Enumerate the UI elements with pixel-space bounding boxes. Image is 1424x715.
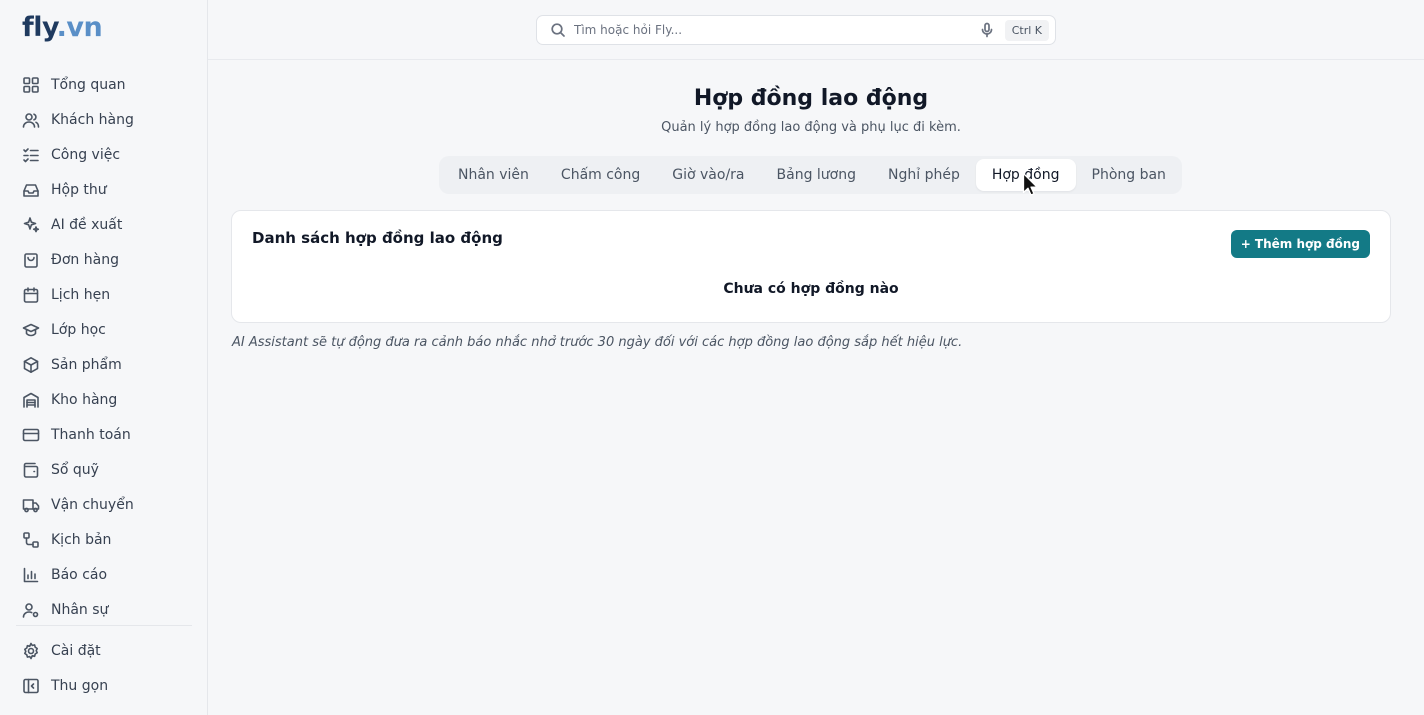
contract-list-card: Danh sách hợp đồng lao động + Thêm hợp đ… — [231, 210, 1391, 323]
page-title: Hợp đồng lao động — [693, 86, 929, 111]
sidebar-item-label: Tổng quan — [51, 76, 126, 93]
sidebar-item-hop-thu[interactable]: Hộp thư — [0, 172, 208, 207]
tab-cham-cong[interactable]: Chấm công — [545, 159, 656, 191]
sidebar-item-kho-hang[interactable]: Kho hàng — [0, 382, 208, 417]
search-bar[interactable]: Ctrl K — [536, 15, 1056, 45]
sidebar-item-san-pham[interactable]: Sản phẩm — [0, 347, 208, 382]
sidebar-item-label: Báo cáo — [51, 566, 108, 583]
ai-assistant-note: AI Assistant sẽ tự động đưa ra cảnh báo … — [232, 335, 963, 350]
sidebar-item-kich-ban[interactable]: Kịch bản — [0, 522, 208, 557]
add-contract-button[interactable]: + Thêm hợp đồng — [1230, 230, 1370, 258]
sidebar-bottom-nav: Cài đặt Thu gọn — [0, 633, 208, 703]
sidebar-nav: Tổng quan Khách hàng Công việc Hộp thư A… — [0, 67, 208, 627]
collapse-icon — [22, 677, 40, 695]
sidebar-item-lop-hoc[interactable]: Lớp học — [0, 312, 208, 347]
sidebar-item-label: Lịch hẹn — [51, 286, 111, 303]
sidebar-item-label: Khách hàng — [51, 111, 134, 128]
sidebar-item-cong-viec[interactable]: Công việc — [0, 137, 208, 172]
shopping-bag-icon — [22, 251, 40, 269]
topbar: Ctrl K — [208, 0, 1424, 60]
search-icon — [550, 22, 566, 38]
inbox-icon — [22, 181, 40, 199]
sparkle-icon — [22, 216, 40, 234]
grid-icon — [22, 76, 40, 94]
sidebar-item-ai-de-xuat[interactable]: AI đề xuất — [0, 207, 208, 242]
keyboard-shortcut-badge: Ctrl K — [1004, 19, 1049, 41]
sidebar-item-label: Nhân sự — [51, 601, 109, 618]
microphone-icon[interactable] — [979, 22, 995, 38]
tab-phong-ban[interactable]: Phòng ban — [1076, 159, 1182, 191]
bar-chart-icon — [22, 566, 40, 584]
sidebar-item-label: Thanh toán — [51, 426, 131, 443]
mouse-cursor-icon — [1022, 172, 1038, 196]
sidebar-item-label: Hộp thư — [51, 181, 107, 198]
tab-bar: Nhân viên Chấm công Giờ vào/ra Bảng lươn… — [439, 156, 1182, 194]
empty-state-text: Chưa có hợp đồng nào — [723, 281, 899, 297]
card-title: Danh sách hợp đồng lao động — [252, 229, 503, 247]
sidebar-item-khach-hang[interactable]: Khách hàng — [0, 102, 208, 137]
sidebar-item-nhan-su[interactable]: Nhân sự — [0, 592, 208, 627]
logo[interactable]: fly.vn — [22, 12, 103, 43]
graduation-cap-icon — [22, 321, 40, 339]
sidebar-divider — [16, 625, 192, 626]
sidebar-item-label: Lớp học — [51, 321, 106, 338]
box-icon — [22, 356, 40, 374]
users-icon — [22, 111, 40, 129]
sidebar-item-label: Kịch bản — [51, 531, 112, 548]
sidebar: fly.vn Tổng quan Khách hàng Công việc Hộ… — [0, 0, 208, 715]
tab-bang-luong[interactable]: Bảng lương — [761, 159, 872, 191]
sidebar-item-thanh-toan[interactable]: Thanh toán — [0, 417, 208, 452]
workflow-icon — [22, 531, 40, 549]
gear-icon — [22, 642, 40, 660]
sidebar-item-label: Sổ quỹ — [51, 461, 99, 478]
sidebar-item-thu-gon[interactable]: Thu gọn — [0, 668, 208, 703]
search-input[interactable] — [574, 23, 979, 37]
calendar-icon — [22, 286, 40, 304]
sidebar-item-don-hang[interactable]: Đơn hàng — [0, 242, 208, 277]
sidebar-item-label: Vận chuyển — [51, 496, 134, 513]
sidebar-item-tong-quan[interactable]: Tổng quan — [0, 67, 208, 102]
sidebar-item-cai-dat[interactable]: Cài đặt — [0, 633, 208, 668]
sidebar-item-label: Cài đặt — [51, 642, 101, 659]
tab-gio-vao-ra[interactable]: Giờ vào/ra — [656, 159, 760, 191]
tasks-icon — [22, 146, 40, 164]
sidebar-item-so-quy[interactable]: Sổ quỹ — [0, 452, 208, 487]
warehouse-icon — [22, 391, 40, 409]
tab-nghi-phep[interactable]: Nghỉ phép — [872, 159, 976, 191]
sidebar-item-label: Sản phẩm — [51, 356, 122, 373]
sidebar-item-label: Đơn hàng — [51, 251, 119, 268]
sidebar-item-van-chuyen[interactable]: Vận chuyển — [0, 487, 208, 522]
wallet-icon — [22, 461, 40, 479]
tab-nhan-vien[interactable]: Nhân viên — [442, 159, 545, 191]
sidebar-item-lich-hen[interactable]: Lịch hẹn — [0, 277, 208, 312]
sidebar-item-label: Công việc — [51, 146, 121, 163]
sidebar-item-bao-cao[interactable]: Báo cáo — [0, 557, 208, 592]
sidebar-item-label: Kho hàng — [51, 391, 118, 408]
truck-icon — [22, 496, 40, 514]
sidebar-item-label: Thu gọn — [51, 677, 109, 694]
sidebar-item-label: AI đề xuất — [51, 216, 123, 233]
user-cog-icon — [22, 601, 40, 619]
credit-card-icon — [22, 426, 40, 444]
page-subtitle: Quản lý hợp đồng lao động và phụ lục đi … — [661, 120, 961, 135]
